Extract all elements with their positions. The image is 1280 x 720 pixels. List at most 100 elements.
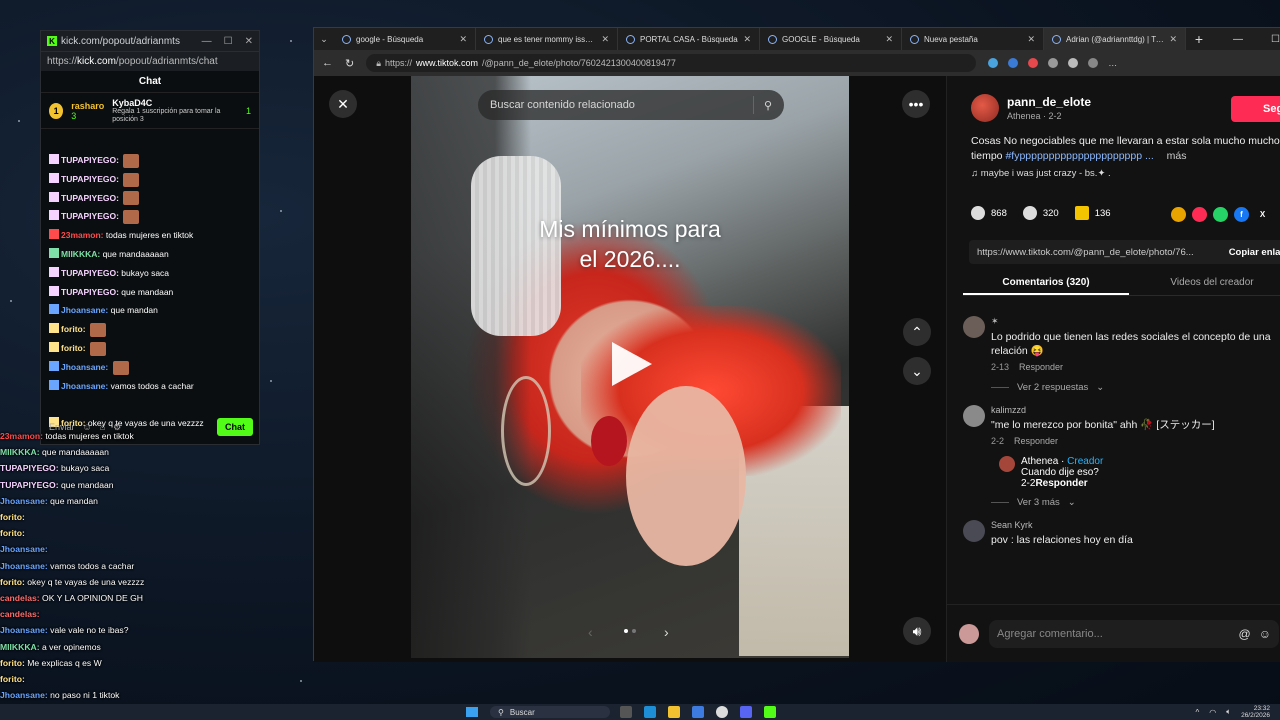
previous-post-icon[interactable]: ⌃: [903, 318, 931, 346]
commenter-name[interactable]: Sean Kyrk: [991, 520, 1280, 530]
chat-username[interactable]: Jhoansane:: [0, 496, 50, 506]
maximize-icon[interactable]: ☐: [224, 36, 233, 47]
tab-close-icon[interactable]: ✕: [743, 34, 751, 45]
copy-link-button[interactable]: Copiar enlace: [1229, 247, 1280, 258]
wifi-icon[interactable]: ◠: [1209, 708, 1216, 717]
comment-input[interactable]: Agregar comentario... @ ☺: [989, 619, 1279, 648]
taskbar-search[interactable]: ⚲ Buscar: [490, 706, 610, 718]
share-send-icon[interactable]: [1192, 207, 1207, 222]
chat-username[interactable]: forito:: [0, 674, 25, 684]
chat-username[interactable]: TUPAPIYEGO:: [0, 480, 61, 490]
tab-close-icon[interactable]: ✕: [885, 34, 893, 45]
chat-username[interactable]: Jhoansane:: [0, 625, 50, 635]
discord-icon[interactable]: [740, 706, 752, 718]
chat-username[interactable]: TUPAPIYEGO:: [61, 287, 121, 297]
view-replies-button[interactable]: Ver 2 respuestas ⌄: [991, 382, 1280, 393]
tab-creator-videos[interactable]: Videos del creador: [1129, 270, 1280, 295]
volume-icon[interactable]: 🔊︎: [903, 617, 931, 645]
creator-name[interactable]: Athenea: [1021, 456, 1058, 467]
chat-username[interactable]: forito:: [0, 658, 27, 668]
tab-comments[interactable]: Comentarios (320): [963, 270, 1129, 295]
profile-avatar[interactable]: [1088, 58, 1099, 68]
chat-username[interactable]: TUPAPIYEGO:: [61, 211, 121, 221]
reply-button[interactable]: Responder: [1019, 362, 1063, 372]
chat-username[interactable]: forito:: [61, 343, 88, 353]
close-icon[interactable]: ✕: [245, 36, 253, 47]
chat-username[interactable]: MIIKKKA:: [61, 249, 103, 259]
related-search-input[interactable]: Buscar contenido relacionado ⚲: [478, 90, 784, 120]
author-avatar[interactable]: [971, 94, 999, 122]
view-more-replies-button[interactable]: Ver 3 más ⌄: [991, 497, 1280, 508]
music-credit[interactable]: ♫ maybe i was just crazy - bs.✦ .: [971, 168, 1111, 179]
new-tab-plus-icon[interactable]: +: [1186, 31, 1212, 47]
facebook-icon[interactable]: f: [1234, 207, 1249, 222]
chat-username[interactable]: Jhoansane:: [61, 362, 111, 372]
tab-close-icon[interactable]: ✕: [459, 34, 467, 45]
maximize-icon[interactable]: ☐: [1271, 34, 1280, 45]
kick-app-icon[interactable]: [764, 706, 776, 718]
task-view-icon[interactable]: [620, 706, 632, 718]
store-icon[interactable]: [692, 706, 704, 718]
whatsapp-icon[interactable]: [1213, 207, 1228, 222]
browser-tab[interactable]: Adrian (@adriannttdg) | TikTok ✕: [1044, 28, 1186, 50]
chat-username[interactable]: forito:: [0, 512, 25, 522]
tab-close-icon[interactable]: ✕: [1169, 34, 1177, 45]
tab-close-icon[interactable]: ✕: [601, 34, 609, 45]
bookmark-icon[interactable]: [1074, 206, 1089, 220]
speaker-icon[interactable]: 🔈︎: [1226, 707, 1231, 717]
play-icon[interactable]: [612, 342, 652, 386]
chat-username[interactable]: TUPAPIYEGO:: [61, 174, 121, 184]
chat-username[interactable]: Jhoansane:: [0, 544, 48, 554]
close-viewer-icon[interactable]: ✕: [329, 90, 357, 118]
edge-icon[interactable]: [644, 706, 656, 718]
chrome-icon[interactable]: [716, 706, 728, 718]
chat-username[interactable]: MIIKKKA:: [0, 642, 42, 652]
reply-button[interactable]: Responder: [1014, 436, 1058, 446]
caption-hashtags[interactable]: #fyppppppppppppppppppppp ...: [1005, 150, 1153, 162]
extension-icon[interactable]: [1008, 58, 1019, 68]
chat-username[interactable]: forito:: [0, 577, 27, 587]
chat-username[interactable]: forito:: [61, 324, 88, 334]
browser-tab[interactable]: google - Búsqueda ✕: [334, 28, 476, 50]
extension-icon[interactable]: [988, 58, 999, 68]
commenter-avatar[interactable]: [963, 316, 985, 338]
creator-avatar[interactable]: [999, 456, 1015, 472]
chat-username[interactable]: 23mamon:: [61, 230, 106, 240]
reply-button[interactable]: Responder: [1035, 478, 1087, 489]
kick-url-bar[interactable]: https://kick.com/popout/adrianmts/chat: [41, 51, 259, 71]
chat-username[interactable]: 23mamon:: [0, 431, 45, 441]
minimize-icon[interactable]: —: [202, 36, 212, 47]
more-menu-icon[interactable]: …: [1108, 58, 1117, 68]
chat-username[interactable]: TUPAPIYEGO:: [61, 268, 121, 278]
chat-username[interactable]: Jhoansane:: [0, 690, 50, 700]
windows-start-icon[interactable]: [466, 707, 478, 717]
more-options-icon[interactable]: •••: [902, 90, 930, 118]
minimize-icon[interactable]: —: [1233, 34, 1243, 45]
browser-tab[interactable]: GOOGLE - Búsqueda ✕: [760, 28, 902, 50]
commenter-name[interactable]: ✶: [991, 316, 1280, 327]
url-field[interactable]: 🔒︎ https://www.tiktok.com/@pann_de_elote…: [366, 54, 977, 72]
browser-tab[interactable]: PORTAL CASA - Búsqueda ✕: [618, 28, 760, 50]
commenter-avatar[interactable]: [963, 520, 985, 542]
chat-username[interactable]: forito:: [0, 528, 25, 538]
browser-tab[interactable]: Nueva pestaña ✕: [902, 28, 1044, 50]
chat-username[interactable]: TUPAPIYEGO:: [61, 155, 121, 165]
tab-actions-chevron-icon[interactable]: ⌄: [314, 34, 334, 45]
next-post-icon[interactable]: ⌄: [903, 357, 931, 385]
chat-username[interactable]: Jhoansane:: [61, 305, 111, 315]
search-icon[interactable]: ⚲: [764, 99, 772, 112]
commenter-name[interactable]: kalimzzd: [991, 405, 1280, 415]
follow-button[interactable]: Seguir: [1231, 96, 1280, 122]
extension-icon[interactable]: [1048, 58, 1059, 68]
extension-icon[interactable]: [1028, 58, 1039, 68]
comment-icon[interactable]: [1022, 206, 1037, 220]
back-arrow-icon[interactable]: ←: [322, 57, 333, 69]
mention-icon[interactable]: @: [1239, 627, 1251, 641]
chat-username[interactable]: TUPAPIYEGO:: [0, 463, 61, 473]
x-icon[interactable]: X: [1255, 207, 1270, 222]
chat-username[interactable]: MIIKKKA:: [0, 447, 42, 457]
share-embed-icon[interactable]: [1171, 207, 1186, 222]
browser-tab[interactable]: que es tener mommy issues - B ✕: [476, 28, 618, 50]
chat-username[interactable]: Jhoansane:: [0, 561, 50, 571]
chat-username[interactable]: TUPAPIYEGO:: [61, 193, 121, 203]
